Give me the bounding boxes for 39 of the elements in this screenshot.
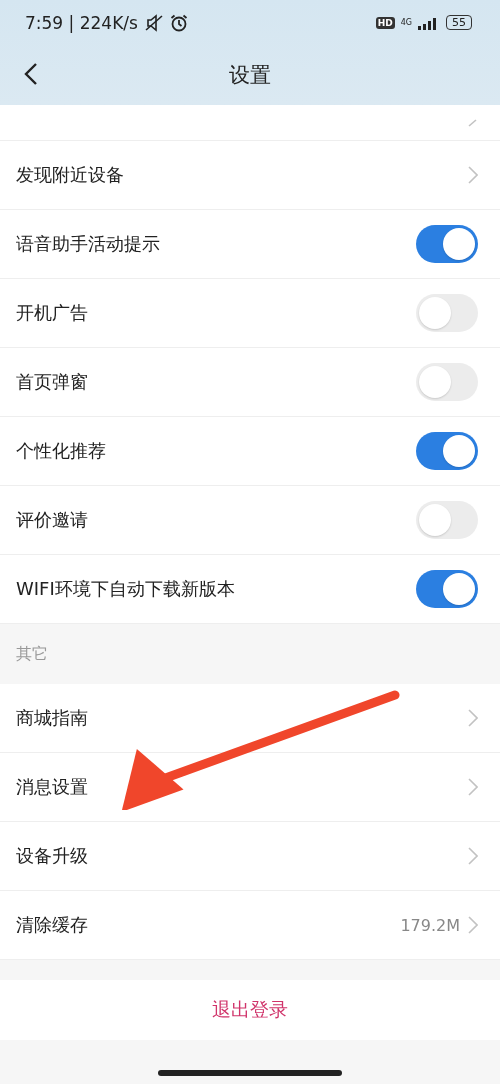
row-label: 发现附近设备	[16, 163, 125, 187]
row-label: 商城指南	[16, 706, 89, 730]
row-label: 设备升级	[16, 844, 89, 868]
mute-icon	[143, 13, 164, 32]
row-label: 语音助手活动提示	[16, 232, 161, 256]
settings-row[interactable]: 商城指南	[0, 684, 500, 753]
chevron-icon	[468, 916, 478, 934]
chevron-icon	[468, 778, 478, 796]
toggle-switch[interactable]	[416, 570, 478, 608]
settings-row[interactable]: 发现附近设备	[0, 141, 500, 210]
chevron-icon	[468, 118, 478, 127]
chevron-icon	[468, 847, 478, 865]
status-time: 7:59 | 224K/s	[25, 12, 138, 33]
network-type: 4G	[400, 18, 412, 27]
row-label: 首页弹窗	[16, 370, 89, 394]
battery-level: 55	[446, 15, 472, 30]
settings-row[interactable]: 清除缓存 179.2M	[0, 891, 500, 960]
toggle-switch[interactable]	[416, 363, 478, 401]
row-value: 179.2M	[400, 915, 460, 935]
row-label: 评价邀请	[16, 508, 89, 532]
row-label: WIFI环境下自动下载新版本	[16, 577, 236, 601]
chevron-icon	[468, 709, 478, 727]
chevron-icon	[468, 166, 478, 184]
toggle-switch[interactable]	[416, 225, 478, 263]
settings-row[interactable]: 消息设置	[0, 753, 500, 822]
toggle-switch[interactable]	[416, 294, 478, 332]
hd-badge: HD	[375, 16, 395, 29]
toggle-switch[interactable]	[416, 432, 478, 470]
settings-row[interactable]: 设备升级	[0, 822, 500, 891]
row-label: 开机广告	[16, 301, 89, 325]
toggle-switch[interactable]	[416, 501, 478, 539]
row-label: 消息设置	[16, 775, 89, 799]
row-label: 个性化推荐	[16, 439, 107, 463]
row-label: 清除缓存	[16, 913, 89, 937]
logout-button[interactable]: 退出登录	[0, 980, 500, 1040]
page-title: 设置	[229, 62, 271, 89]
alarm-icon	[169, 13, 188, 32]
section-title: 其它	[16, 643, 48, 665]
back-icon[interactable]	[24, 62, 38, 86]
